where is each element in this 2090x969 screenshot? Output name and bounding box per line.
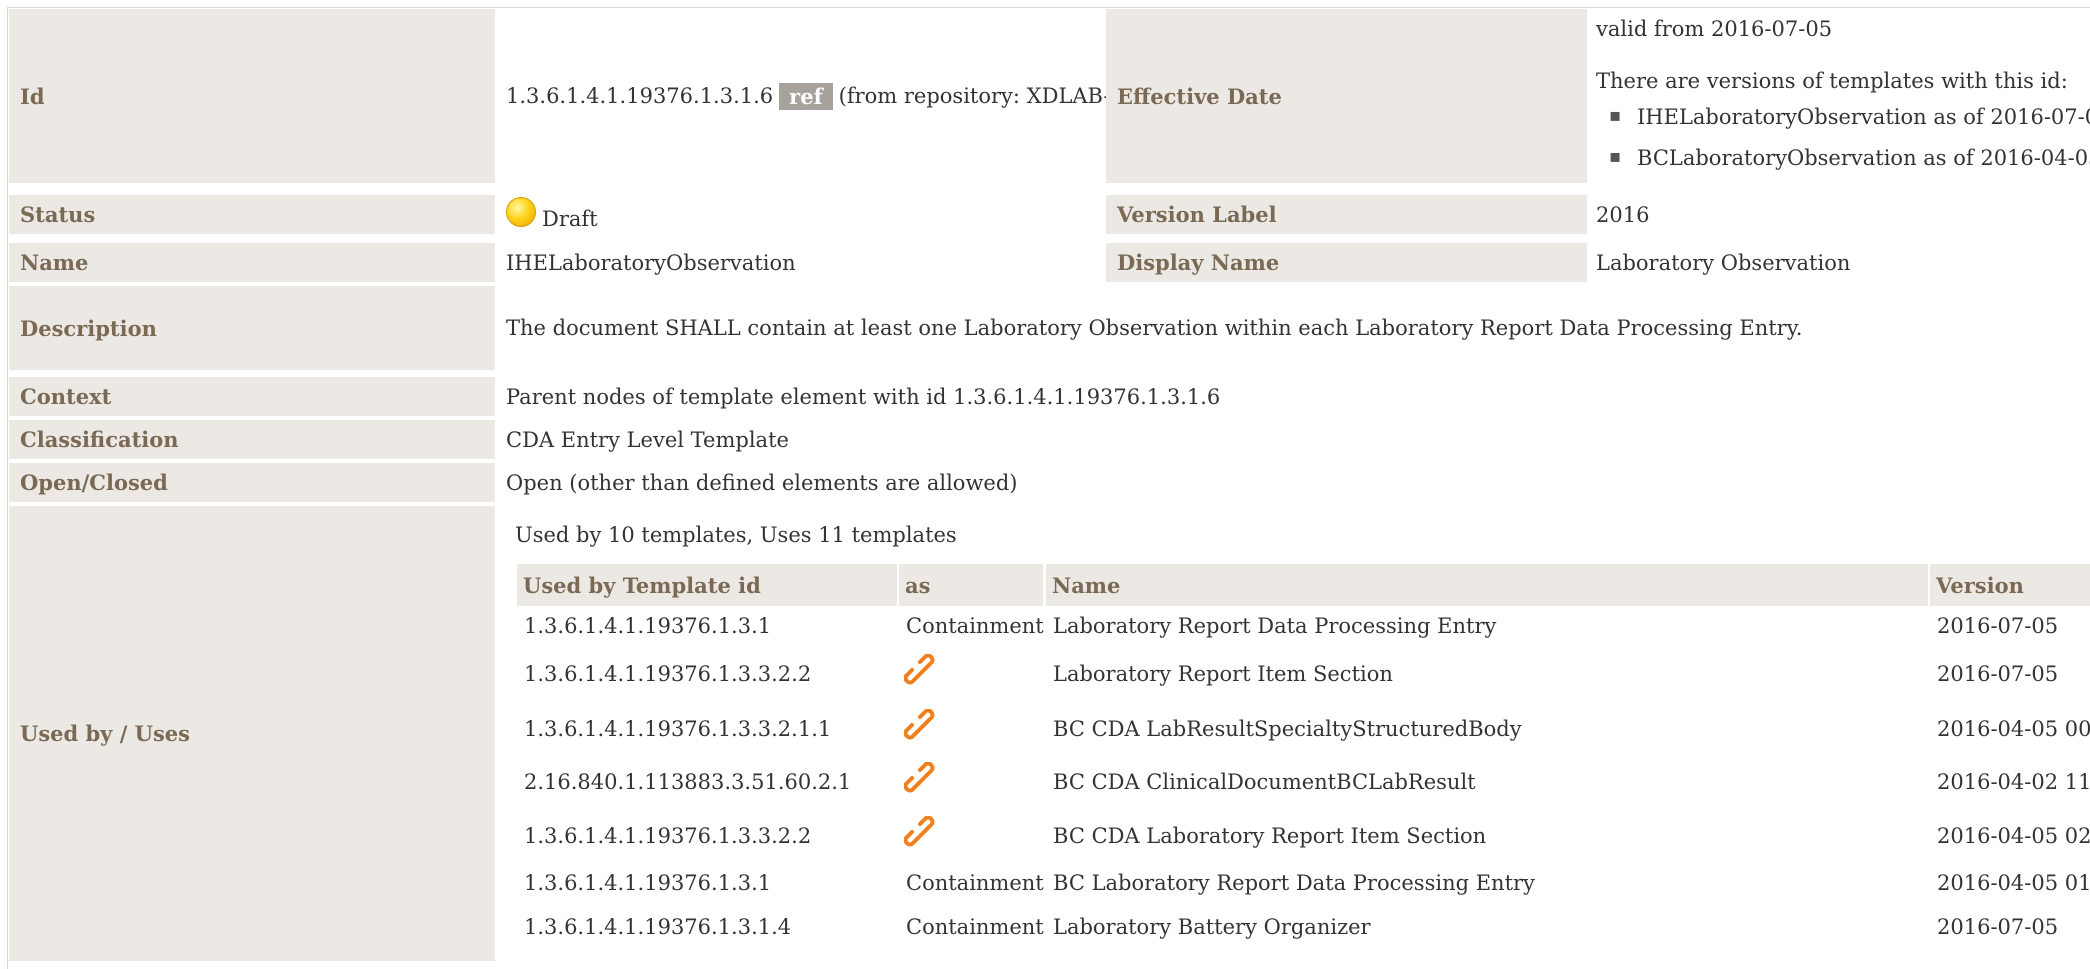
version-label-value: 2016: [1596, 202, 1650, 227]
version-cell: 2016-07-05: [1937, 662, 2059, 686]
classification-label: Classification: [9, 420, 495, 459]
version-cell: 2016-04-02 11: [1937, 770, 2090, 794]
status-label: Status: [9, 195, 495, 234]
versions-intro: There are versions of templates with thi…: [1596, 69, 2068, 93]
template-name-cell[interactable]: Laboratory Report Item Section: [1053, 662, 1393, 686]
id-label: Id: [9, 9, 495, 183]
display-name-value: Laboratory Observation: [1596, 250, 1851, 275]
template-name-cell[interactable]: BC Laboratory Report Data Processing Ent…: [1053, 871, 1535, 895]
versions-list: IHELaboratoryObservation as of 2016-07-0…: [1590, 105, 2090, 170]
link-icon[interactable]: [904, 816, 940, 852]
open-closed-label: Open/Closed: [9, 463, 495, 502]
template-id-cell[interactable]: 1.3.6.1.4.1.19376.1.3.3.2.2: [524, 824, 811, 848]
col-header-as: as: [899, 564, 1043, 606]
ref-badge[interactable]: ref: [779, 82, 833, 110]
col-header-template-id: Used by Template id: [517, 564, 897, 606]
link-icon[interactable]: [904, 709, 940, 745]
version-cell: 2016-04-05 00: [1937, 717, 2090, 741]
template-id: 1.3.6.1.4.1.19376.1.3.1.6: [506, 84, 774, 108]
description-value: The document SHALL contain at least one …: [506, 316, 1803, 340]
status-text: Draft: [542, 206, 598, 231]
as-cell: Containment: [906, 614, 1044, 638]
template-name-cell[interactable]: Laboratory Battery Organizer: [1053, 915, 1371, 939]
template-name-cell[interactable]: BC CDA Laboratory Report Item Section: [1053, 824, 1486, 848]
template-id-cell[interactable]: 2.16.840.1.113883.3.51.60.2.1: [524, 770, 851, 794]
template-id-cell[interactable]: 1.3.6.1.4.1.19376.1.3.1.4: [524, 915, 791, 939]
link-icon[interactable]: [904, 654, 940, 690]
version-cell: 2016-04-05 02: [1937, 824, 2090, 848]
as-cell: Containment: [906, 915, 1044, 939]
effective-date-label: Effective Date: [1106, 9, 1587, 183]
description-label: Description: [9, 286, 495, 370]
repository-note: (from repository: XDLAB-): [838, 84, 1119, 108]
valid-from: valid from 2016-07-05: [1596, 17, 1833, 41]
link-icon[interactable]: [904, 762, 940, 798]
version-cell: 2016-07-05: [1937, 614, 2059, 638]
col-header-version: Version: [1930, 564, 2090, 606]
template-id-cell[interactable]: 1.3.6.1.4.1.19376.1.3.3.2.1.1: [524, 717, 831, 741]
template-id-cell[interactable]: 1.3.6.1.4.1.19376.1.3.3.2.2: [524, 662, 811, 686]
version-item-label[interactable]: BCLaboratoryObservation as of 2016-04-05: [1637, 146, 2090, 170]
template-name-cell[interactable]: BC CDA LabResultSpecialtyStructuredBody: [1053, 717, 1522, 741]
open-closed-value: Open (other than defined elements are al…: [506, 470, 1018, 495]
context-value: Parent nodes of template element with id…: [506, 384, 1221, 409]
version-cell: 2016-07-05: [1937, 915, 2059, 939]
template-id-cell[interactable]: 1.3.6.1.4.1.19376.1.3.1: [524, 614, 771, 638]
version-item-label[interactable]: IHELaboratoryObservation as of 2016-07-0: [1637, 105, 2090, 129]
version-label-label: Version Label: [1106, 195, 1587, 234]
template-name-cell[interactable]: BC CDA ClinicalDocumentBCLabResult: [1053, 770, 1476, 794]
name-label: Name: [9, 243, 495, 282]
version-item[interactable]: IHELaboratoryObservation as of 2016-07-0: [1590, 105, 2090, 146]
context-label: Context: [9, 377, 495, 416]
id-value-cell: 1.3.6.1.4.1.19376.1.3.1.6 ref (from repo…: [498, 9, 1119, 183]
effective-date-cell: valid from 2016-07-05 There are versions…: [1590, 9, 2090, 183]
name-value: IHELaboratoryObservation: [506, 250, 796, 275]
used-by-uses-label: Used by / Uses: [9, 506, 495, 961]
status-value: Draft: [498, 192, 1102, 237]
as-cell: Containment: [906, 871, 1044, 895]
col-header-name: Name: [1046, 564, 1928, 606]
version-item[interactable]: BCLaboratoryObservation as of 2016-04-05: [1590, 146, 2090, 170]
usage-summary: Used by 10 templates, Uses 11 templates: [515, 523, 957, 547]
display-name-label: Display Name: [1106, 243, 1587, 282]
version-cell: 2016-04-05 01: [1937, 871, 2090, 895]
status-draft-icon: [506, 196, 536, 227]
classification-value: CDA Entry Level Template: [506, 427, 789, 452]
template-name-cell[interactable]: Laboratory Report Data Processing Entry: [1053, 614, 1496, 638]
template-id-cell[interactable]: 1.3.6.1.4.1.19376.1.3.1: [524, 871, 771, 895]
